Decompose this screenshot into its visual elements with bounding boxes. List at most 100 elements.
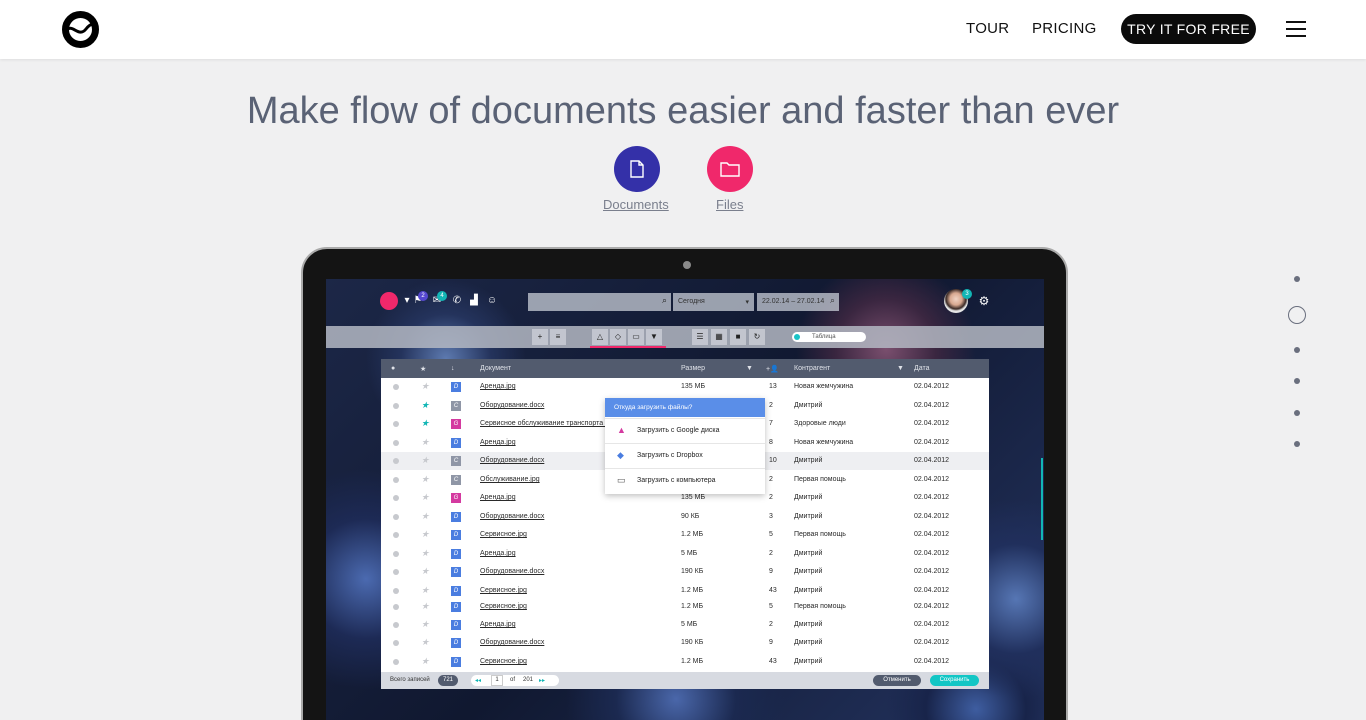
hamburger-menu-icon[interactable] [1286,21,1306,38]
table-row[interactable]: ★ D Оборудование.docx 90 КБ 3 Дмитрий 02.04.20… [381,508,989,526]
upload-dropbox-item[interactable]: ◆ Загрузить с Dropbox [605,443,765,467]
nav-tour-link[interactable]: TOUR [966,20,1009,37]
row-select-icon[interactable] [393,659,399,665]
date-range-field[interactable]: 22.02.14 – 27.02.14 ⌕ [757,293,839,311]
star-icon[interactable]: ★ [421,418,429,429]
grid-view-icon[interactable]: ▦ [711,329,727,345]
nav-pricing-link[interactable]: PRICING [1032,20,1097,37]
star-icon[interactable]: ★ [421,437,429,448]
row-select-icon[interactable] [393,622,399,628]
tile-view-icon[interactable]: ■ [730,329,746,345]
list-view-icon[interactable]: ☰ [692,329,708,345]
row-select-icon[interactable] [393,551,399,557]
pagination-dot[interactable] [1294,347,1300,353]
table-scrollbar[interactable] [1041,458,1043,540]
documents-icon[interactable] [614,146,660,192]
table-row[interactable]: ★ D Аренда.jpg 5 МБ 2 Дмитрий 02.04.2012 [381,545,989,563]
star-icon[interactable]: ★ [421,474,429,485]
col-contractor[interactable]: Контрагент [794,365,830,372]
download-icon[interactable]: ↓ [451,365,455,372]
search-icon[interactable]: ⌕ [662,295,667,306]
table-row[interactable]: ★ D Аренда.jpg 135 МБ 13 Новая жемчужина 02.04… [381,378,989,396]
add-user-icon[interactable]: +👤 [766,365,779,373]
try-free-button[interactable]: TRY IT FOR FREE [1121,14,1256,44]
row-document[interactable]: Сервисное.jpg [480,603,527,610]
next-page-icon[interactable]: ▸▸ [539,677,545,684]
search-icon[interactable]: ⌕ [830,295,835,306]
table-row[interactable]: ★ D Оборудование.docx 190 КБ 9 Дмитрий 02.04.2… [381,634,989,652]
pagination-dot[interactable] [1294,441,1300,447]
row-document[interactable]: Оборудование.docx [480,402,544,409]
phone-icon[interactable]: ✆ [451,296,463,306]
star-icon[interactable]: ★ [421,548,429,559]
upload-google-drive-item[interactable]: ▲ Загрузить с Google диска [605,418,765,442]
files-folder-icon[interactable] [707,146,753,192]
pagination-dot[interactable] [1294,378,1300,384]
star-icon[interactable]: ★ [421,585,429,596]
row-document[interactable]: Сервисное.jpg [480,531,527,538]
upload-computer-item[interactable]: ▭ Загрузить с компьютера [605,468,765,492]
row-select-icon[interactable] [393,532,399,538]
google-drive-icon[interactable]: △ [592,329,608,345]
star-icon[interactable]: ★ [421,455,429,466]
row-select-icon[interactable] [393,514,399,520]
row-document[interactable]: Оборудование.docx [480,568,544,575]
row-document[interactable]: Сервисное обслуживание транспорта ком [480,420,617,427]
table-row[interactable]: ★ D Сервисное.jpg 1.2 МБ 43 Дмитрий 02.04.2012 [381,653,989,671]
star-icon[interactable]: ★ [421,656,429,667]
col-size[interactable]: Размер [681,365,705,372]
first-page-icon[interactable]: ◂◂ [475,677,481,684]
row-document[interactable]: Обслуживание.jpg [480,476,540,483]
row-select-icon[interactable] [393,495,399,501]
row-select-icon[interactable] [393,588,399,594]
row-select-icon[interactable] [393,640,399,646]
row-select-icon[interactable] [393,384,399,390]
chart-icon[interactable]: ▟ [468,296,480,306]
files-link[interactable]: Files [716,197,743,212]
row-document[interactable]: Сервисное.jpg [480,658,527,665]
gear-icon[interactable]: ⚙ [978,295,990,307]
pagination-dot-active[interactable] [1288,306,1306,324]
star-icon[interactable]: ★ [421,492,429,503]
smiley-icon[interactable]: ☺ [486,296,498,306]
star-icon[interactable]: ★ [421,619,429,630]
row-document[interactable]: Аренда.jpg [480,383,516,390]
row-document[interactable]: Аренда.jpg [480,439,516,446]
row-select-icon[interactable] [393,421,399,427]
row-document[interactable]: Аренда.jpg [480,621,516,628]
table-row[interactable]: ★ D Аренда.jpg 5 МБ 2 Дмитрий 02.04.2012 [381,616,989,634]
filter-icon[interactable]: ▼ [646,329,662,345]
row-select-icon[interactable] [393,604,399,610]
row-document[interactable]: Сервисное.jpg [480,587,527,594]
dropbox-icon[interactable]: ◇ [610,329,626,345]
table-row[interactable]: ★ D Сервисное.jpg 1.2 МБ 5 Первая помощь 02.04… [381,598,989,616]
period-select[interactable]: Сегодня ▾ [673,293,754,311]
folder-menu-icon[interactable] [380,292,398,310]
search-input[interactable]: ⌕ [528,293,671,311]
filter-icon[interactable]: ▼ [746,365,753,372]
row-document[interactable]: Аренда.jpg [480,550,516,557]
star-icon[interactable]: ★ [421,601,429,612]
star-icon[interactable]: ★ [421,511,429,522]
star-icon[interactable]: ★ [420,365,426,373]
logo-icon[interactable] [60,9,101,50]
cancel-button[interactable]: Отменить [873,675,921,686]
star-icon[interactable]: ★ [421,400,429,411]
save-button[interactable]: Сохранить [930,675,979,686]
row-document[interactable]: Оборудование.docx [480,513,544,520]
row-document[interactable]: Оборудование.docx [480,639,544,646]
star-icon[interactable]: ★ [421,637,429,648]
row-select-icon[interactable] [393,569,399,575]
pagination-dot[interactable] [1294,276,1300,282]
col-document[interactable]: Документ [480,365,511,372]
row-select-icon[interactable] [393,477,399,483]
page-input[interactable]: 1 [491,675,503,686]
list-icon[interactable]: ≡ [550,329,566,345]
monitor-icon[interactable]: ▭ [628,329,644,345]
table-row[interactable]: ★ D Сервисное.jpg 1.2 МБ 5 Первая помощь 02.04… [381,526,989,544]
row-document[interactable]: Аренда.jpg [480,494,516,501]
add-icon[interactable]: + [532,329,548,345]
row-select-icon[interactable] [393,440,399,446]
pagination-dot[interactable] [1294,410,1300,416]
select-all-icon[interactable]: ● [391,365,395,372]
